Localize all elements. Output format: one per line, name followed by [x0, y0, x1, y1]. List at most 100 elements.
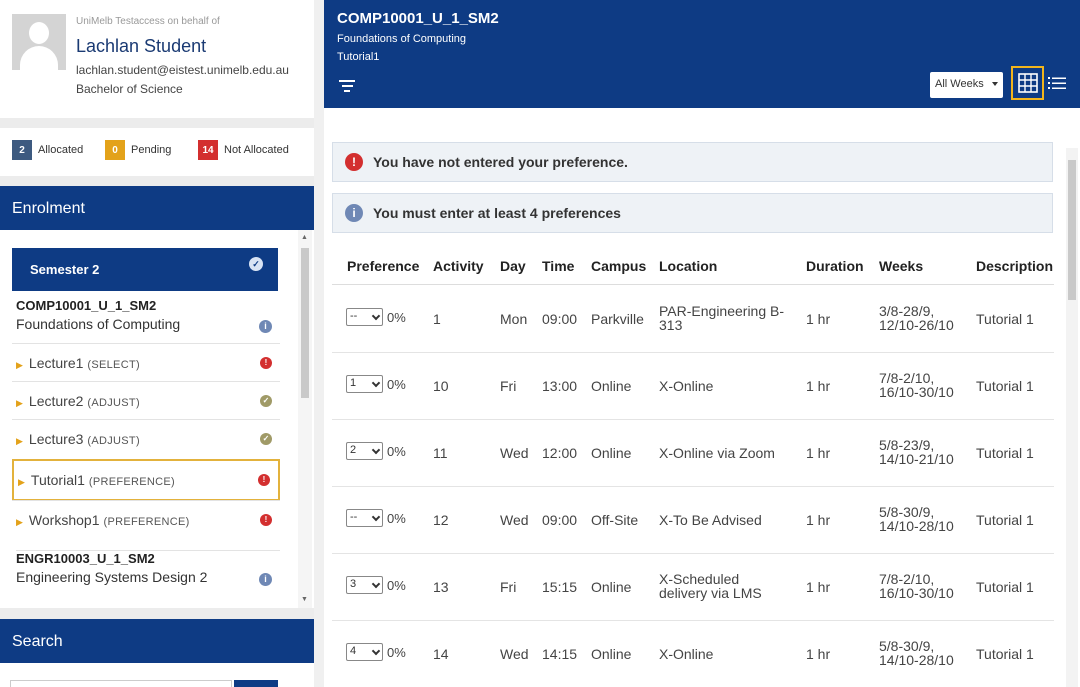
list-icon [1048, 77, 1066, 89]
time: 13:00 [542, 378, 578, 394]
description: Tutorial 1 [976, 579, 1034, 595]
preference-select[interactable]: -- [346, 509, 383, 527]
grid-view-button[interactable] [1011, 66, 1044, 100]
preference-value: 4 [350, 645, 357, 657]
table-row: -- 0% 1 Mon 09:00 Parkville PAR-Engineer… [332, 286, 1054, 353]
grid-icon [1017, 73, 1038, 93]
activity-tutorial1[interactable]: ▶ Tutorial1 (PREFERENCE) ! [12, 459, 280, 501]
col-weeks[interactable]: Weeks [879, 258, 923, 274]
semester-header[interactable]: Semester 2 ✓ [12, 248, 278, 291]
location: X-Scheduled delivery via LMS [659, 571, 762, 601]
duration: 1 hr [806, 445, 831, 461]
caret-down-icon [992, 82, 998, 86]
search-input[interactable] [10, 680, 232, 687]
scroll-down-icon[interactable]: ▼ [301, 596, 308, 603]
activity-lecture2[interactable]: ▶ Lecture2 (ADJUST) ✓ [12, 381, 280, 419]
main-scrollbar[interactable] [1066, 148, 1078, 687]
activity-name: Workshop1 [28, 512, 100, 528]
day: Wed [500, 646, 529, 662]
preference-select[interactable]: 2 [346, 442, 383, 460]
activity-name: Lecture1 [28, 355, 84, 371]
error-icon: ! [260, 357, 272, 369]
preference-percent: 0% [387, 578, 406, 593]
weeks-filter-select[interactable]: All Weeks [930, 72, 1003, 98]
duration: 1 hr [806, 512, 831, 528]
activity-tag: (PREFERENCE) [103, 516, 190, 528]
preference-value: 1 [350, 377, 357, 389]
info-icon[interactable]: i [259, 320, 272, 333]
pending-status[interactable]: 0 Pending [105, 140, 171, 160]
preference-percent: 0% [387, 645, 406, 660]
scrollbar-thumb[interactable] [1068, 160, 1076, 300]
campus: Parkville [591, 311, 644, 327]
scroll-up-icon[interactable]: ▲ [301, 234, 308, 241]
scrollbar-thumb[interactable] [301, 248, 309, 398]
description: Tutorial 1 [976, 445, 1034, 461]
caret-down-icon [371, 512, 381, 522]
weeks: 7/8-2/10, 16/10-30/10 [879, 571, 954, 601]
activity-number: 12 [433, 512, 449, 528]
col-description[interactable]: Description [976, 258, 1053, 274]
duration: 1 hr [806, 579, 831, 595]
preference-select[interactable]: -- [346, 308, 383, 326]
allocation-status: 2 Allocated 0 Pending 14 Not Allocated [0, 128, 314, 176]
header-subject-name: Foundations of Computing [337, 33, 467, 45]
caret-down-icon [371, 579, 381, 589]
sidebar: UniMelb Testaccess on behalf of Lachlan … [0, 0, 314, 687]
col-campus[interactable]: Campus [591, 258, 646, 274]
activity-name: Tutorial1 [30, 472, 85, 488]
student-name: Lachlan Student [76, 36, 207, 56]
weeks: 5/8-30/9, 14/10-28/10 [879, 638, 954, 668]
weeks-filter-value: All Weeks [935, 78, 984, 90]
col-duration[interactable]: Duration [806, 258, 864, 274]
subject-comp10001[interactable]: COMP10001_U_1_SM2 Foundations of Computi… [16, 298, 280, 333]
enrolment-panel: Semester 2 ✓ COMP10001_U_1_SM2 Foundatio… [0, 230, 314, 608]
day: Fri [500, 378, 517, 394]
info-alert-text: You must enter at least 4 preferences [373, 205, 621, 221]
preference-value: -- [350, 310, 358, 322]
search-button[interactable] [234, 680, 278, 687]
activity-lecture1[interactable]: ▶ Lecture1 (SELECT) ! [12, 343, 280, 381]
filter-icon[interactable] [339, 80, 355, 92]
location: PAR-Engineering B- 313 [659, 303, 785, 333]
enrolment-scrollbar[interactable]: ▲ ▼ [298, 230, 312, 608]
time: 12:00 [542, 445, 578, 461]
not-allocated-status[interactable]: 14 Not Allocated [198, 140, 289, 160]
time: 09:00 [542, 512, 578, 528]
subject-code: ENGR10003_U_1_SM2 [16, 551, 155, 566]
pending-label: Pending [131, 144, 172, 156]
activity-tag: (SELECT) [87, 359, 140, 371]
table-row: -- 0% 12 Wed 09:00 Off-Site X-To Be Advi… [332, 487, 1054, 554]
col-preference[interactable]: Preference [347, 258, 419, 274]
allocated-status[interactable]: 2 Allocated [12, 140, 83, 160]
info-icon[interactable]: i [259, 573, 272, 586]
col-activity[interactable]: Activity [433, 258, 484, 274]
caret-down-icon [371, 646, 381, 656]
day: Mon [500, 311, 528, 327]
search-panel [0, 663, 314, 687]
subject-engr10003[interactable]: ENGR10003_U_1_SM2 Engineering Systems De… [16, 550, 280, 586]
activity-workshop1[interactable]: ▶ Workshop1 (PREFERENCE) ! [12, 500, 280, 538]
col-time[interactable]: Time [542, 258, 574, 274]
list-view-button[interactable] [1048, 76, 1066, 90]
day: Wed [500, 445, 529, 461]
preference-select[interactable]: 1 [346, 375, 383, 393]
header-activity: Tutorial1 [337, 51, 380, 63]
description: Tutorial 1 [976, 512, 1034, 528]
activity-tag: (PREFERENCE) [88, 476, 175, 488]
weeks: 3/8-28/9, 12/10-26/10 [879, 303, 954, 333]
col-location[interactable]: Location [659, 258, 717, 274]
activity-lecture3[interactable]: ▶ Lecture3 (ADJUST) ✓ [12, 419, 280, 457]
student-email: lachlan.student@eistest.unimelb.edu.au [76, 63, 289, 77]
col-day[interactable]: Day [500, 258, 526, 274]
location: X-Online [659, 646, 714, 662]
preference-percent: 0% [387, 444, 406, 459]
preference-select[interactable]: 3 [346, 576, 383, 594]
subject-code: COMP10001_U_1_SM2 [16, 298, 157, 313]
profile-card: UniMelb Testaccess on behalf of Lachlan … [0, 0, 314, 118]
description: Tutorial 1 [976, 311, 1034, 327]
duration: 1 hr [806, 646, 831, 662]
preference-select[interactable]: 4 [346, 643, 383, 661]
check-icon: ✓ [260, 395, 272, 407]
info-icon: i [345, 204, 363, 222]
